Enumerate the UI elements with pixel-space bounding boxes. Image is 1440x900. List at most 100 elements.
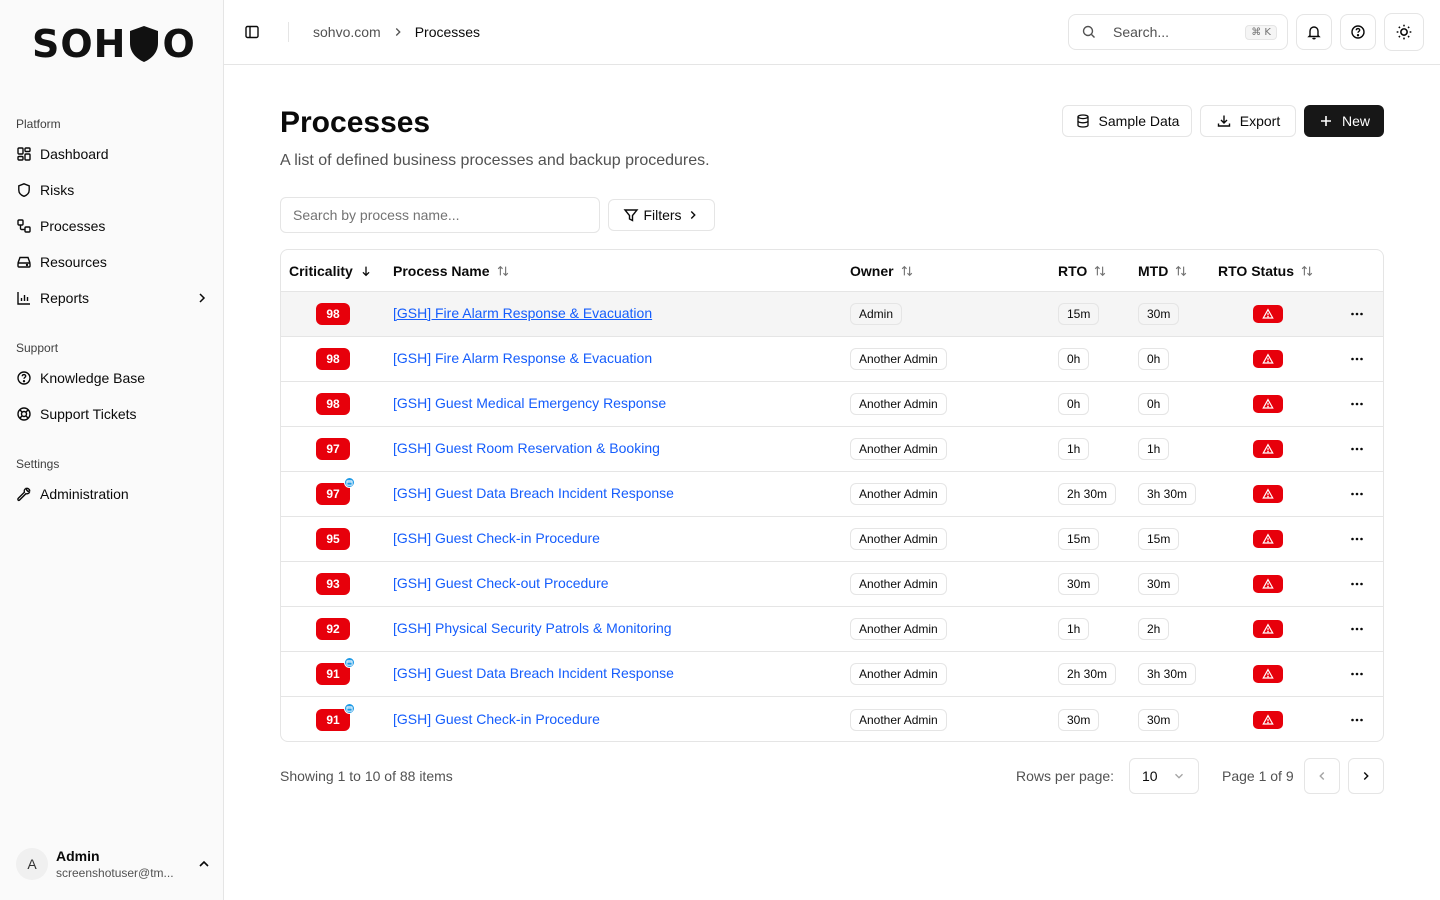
table-row[interactable]: 92 [GSH] Physical Security Patrols & Moni… [281,607,1383,652]
table-row[interactable]: 98 [GSH] Guest Medical Emergency Response… [281,382,1383,427]
column-header-process-name[interactable]: Process Name [385,250,850,292]
column-header-criticality[interactable]: Criticality [281,250,385,292]
more-actions-icon[interactable] [1349,396,1365,412]
export-button[interactable]: Export [1200,105,1296,137]
process-name-link[interactable]: [GSH] Guest Check-in Procedure [393,530,600,546]
mtd-badge: 3h 30m [1138,663,1197,685]
filters-label: Filters [643,207,682,223]
column-header-rto-status[interactable]: RTO Status [1218,250,1348,292]
process-name-link[interactable]: [GSH] Physical Security Patrols & Monito… [393,620,672,636]
sidebar-item-support-tickets[interactable]: Support Tickets [0,396,224,432]
more-actions-icon[interactable] [1349,441,1365,457]
more-actions-icon[interactable] [1349,576,1365,592]
more-actions-icon[interactable] [1349,621,1365,637]
alert-triangle-icon [1262,623,1274,635]
help-circle-icon [1351,25,1365,39]
actions-cell [1318,666,1383,682]
more-actions-icon[interactable] [1349,306,1365,322]
column-label: RTO Status [1218,262,1294,279]
rto-cell: 30m [1058,708,1138,731]
sidebar-item-reports[interactable]: Reports [0,280,224,316]
sidebar-item-knowledge-base[interactable]: Knowledge Base [0,360,224,396]
breadcrumb-root-link[interactable]: sohvo.com [313,24,381,40]
sidebar-item-administration[interactable]: Administration [0,476,224,512]
rto-badge: 1h [1058,438,1090,460]
rto-badge: 2h 30m [1058,663,1117,685]
sidebar-item-risks[interactable]: Risks [0,172,224,208]
logo-shield-icon [130,26,159,62]
sample-data-button[interactable]: Sample Data [1062,105,1192,137]
more-actions-icon[interactable] [1349,486,1365,502]
more-actions-icon[interactable] [1349,666,1365,682]
column-header-mtd[interactable]: MTD [1138,250,1218,292]
mtd-cell: 30m [1138,303,1218,325]
table-row[interactable]: 91 [GSH] Guest Data Breach Incident Respo… [281,652,1383,697]
sidebar-item-processes[interactable]: Processes [0,208,224,244]
user-menu[interactable]: A Admin screenshotuser@tm... [16,842,212,886]
process-name-cell: [GSH] Guest Medical Emergency Response [385,395,850,413]
rto-status-cell [1218,395,1318,413]
owner-cell: Another Admin [850,348,1058,370]
theme-toggle-button[interactable] [1384,13,1424,51]
table-row[interactable]: 98 [GSH] Fire Alarm Response & Evacuation… [281,337,1383,382]
rto-status-cell [1218,575,1318,593]
table-row[interactable]: 91 [GSH] Guest Check-in Procedure Another … [281,697,1383,741]
notifications-button[interactable] [1296,14,1332,50]
process-name-link[interactable]: [GSH] Guest Medical Emergency Response [393,395,666,411]
help-button[interactable] [1340,14,1376,50]
process-name-link[interactable]: [GSH] Guest Check-out Procedure [393,575,609,591]
sample-data-label: Sample Data [1098,113,1180,129]
nav-group-settings: Settings Administration [0,452,224,512]
table-row[interactable]: 93 [GSH] Guest Check-out Procedure Another… [281,562,1383,607]
criticality-cell: 91 [281,702,385,731]
column-header-owner[interactable]: Owner [850,250,1058,292]
process-name-link[interactable]: [GSH] Guest Data Breach Incident Respons… [393,665,674,681]
table-row[interactable]: 98 [GSH] Fire Alarm Response & Evacuation… [281,292,1383,337]
process-name-link[interactable]: [GSH] Guest Check-in Procedure [393,711,600,727]
more-actions-icon[interactable] [1349,712,1365,728]
sidebar-item-dashboard[interactable]: Dashboard [0,136,224,172]
process-name-link[interactable]: [GSH] Fire Alarm Response & Evacuation [393,305,652,321]
filters-button[interactable]: Filters [608,199,715,231]
process-name-link[interactable]: [GSH] Guest Room Reservation & Booking [393,440,660,456]
process-name-cell: [GSH] Fire Alarm Response & Evacuation [385,350,850,368]
backup-indicator-icon [344,702,355,714]
more-actions-icon[interactable] [1349,351,1365,367]
criticality-value: 91 [326,712,340,727]
sidebar-toggle-button[interactable] [238,18,266,46]
more-actions-icon[interactable] [1349,531,1365,547]
actions-cell [1318,531,1383,547]
actions-cell [1318,576,1383,592]
column-header-rto[interactable]: RTO [1058,250,1138,292]
logo[interactable]: SOH O [32,24,196,64]
new-label: New [1341,113,1370,129]
owner-cell: Another Admin [850,663,1058,685]
owner-cell: Another Admin [850,573,1058,595]
alert-triangle-icon [1262,713,1274,726]
rows-per-page-select[interactable]: 10 [1129,758,1199,794]
rto-status-badge [1253,395,1283,413]
process-search-input[interactable] [280,197,600,233]
actions-cell [1318,712,1383,728]
process-name-link[interactable]: [GSH] Fire Alarm Response & Evacuation [393,350,652,366]
criticality-badge: 98 [316,348,350,370]
alert-triangle-icon [1262,578,1274,590]
table-row[interactable]: 97 [GSH] Guest Room Reservation & Booking… [281,427,1383,472]
global-search[interactable]: Search... ⌘ K [1068,14,1288,50]
sidebar-item-label: Administration [40,486,129,502]
criticality-value: 97 [326,487,340,501]
table-row[interactable]: 97 [GSH] Guest Data Breach Incident Respo… [281,472,1383,517]
next-page-button[interactable] [1348,758,1384,794]
column-label: RTO [1058,262,1088,279]
criticality-value: 98 [326,307,340,321]
rto-badge: 0h [1058,393,1090,415]
previous-page-button[interactable] [1304,758,1340,794]
plus-icon [1320,116,1331,126]
process-name-link[interactable]: [GSH] Guest Data Breach Incident Respons… [393,485,674,501]
sidebar-item-resources[interactable]: Resources [0,244,224,280]
chevron-right-icon [1363,772,1369,780]
table-row[interactable]: 95 [GSH] Guest Check-in Procedure Another … [281,517,1383,562]
rto-badge: 15m [1058,528,1100,550]
mtd-badge: 1h [1138,438,1170,460]
new-button[interactable]: New [1304,105,1384,137]
